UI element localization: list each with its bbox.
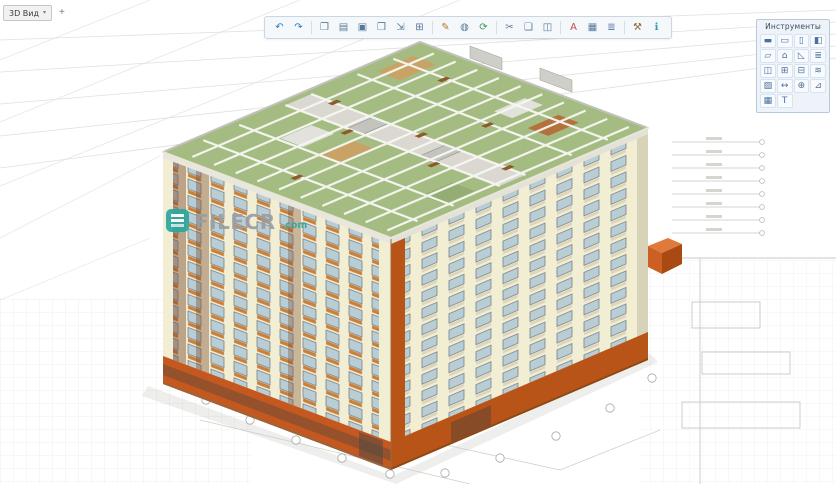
- watermark-logo-icon: [166, 209, 189, 232]
- model-viewport[interactable]: [0, 0, 836, 484]
- tool-stair-icon[interactable]: ≣: [810, 49, 826, 63]
- watermark: FILECR .com: [166, 209, 307, 232]
- tool-door-icon[interactable]: ◫: [760, 64, 776, 78]
- watermark-suffix: .com: [282, 219, 308, 232]
- tool-roof-icon[interactable]: ⌂: [777, 49, 793, 63]
- cut-icon[interactable]: ✂: [501, 19, 518, 36]
- table-icon[interactable]: ▦: [584, 19, 601, 36]
- tool-text-icon[interactable]: Т: [777, 94, 793, 108]
- tab-3d-view-label: 3D Вид: [9, 9, 39, 18]
- tools-panel-title: Инструменты: [760, 22, 826, 31]
- tool-floor-icon[interactable]: ▱: [760, 49, 776, 63]
- layers-icon[interactable]: ≣: [603, 19, 620, 36]
- tools-panel: Инструменты ▬ ▭ ▯ ◧ ▱ ⌂ ◺ ≣ ◫ ⊞ ⊟ ≋ ▨ ↔: [756, 19, 830, 113]
- text-style-icon[interactable]: A: [565, 19, 582, 36]
- tool-hatch-icon[interactable]: ▨: [760, 79, 776, 93]
- tool-plate-icon[interactable]: ◧: [810, 34, 826, 48]
- display-mode-icon[interactable]: ▤: [335, 19, 352, 36]
- sync-icon[interactable]: ⟳: [475, 19, 492, 36]
- chevron-down-icon[interactable]: ▾: [43, 10, 46, 16]
- tool-wall-icon[interactable]: ▬: [760, 34, 776, 48]
- globe-icon[interactable]: ◍: [456, 19, 473, 36]
- tool-window-icon[interactable]: ⊞: [777, 64, 793, 78]
- building-model: [163, 42, 648, 470]
- tool-table-icon[interactable]: ▦: [760, 94, 776, 108]
- tool-column-icon[interactable]: ▯: [794, 34, 810, 48]
- watermark-text: FILECR: [195, 213, 276, 232]
- print-icon[interactable]: ⊞: [411, 19, 428, 36]
- new-tab-button[interactable]: +: [56, 7, 68, 19]
- duplicate-icon[interactable]: ❏: [520, 19, 537, 36]
- open-icon[interactable]: ❒: [373, 19, 390, 36]
- tool-axis-icon[interactable]: ⊕: [794, 79, 810, 93]
- tool-dimension-icon[interactable]: ↔: [777, 79, 793, 93]
- redo-icon[interactable]: ↷: [290, 19, 307, 36]
- paste-icon[interactable]: ◫: [539, 19, 556, 36]
- tool-opening-icon[interactable]: ⊟: [794, 64, 810, 78]
- main-toolbar: ↶ ↷ ❐ ▤ ▣ ❒ ⇲ ⊞ ✎ ◍ ⟳ ✂ ❏ ◫ A ▦ ≣ ⚒ ℹ: [264, 16, 672, 39]
- undo-icon[interactable]: ↶: [271, 19, 288, 36]
- site-plan-right: [640, 258, 836, 484]
- copy-view-icon[interactable]: ❐: [316, 19, 333, 36]
- tool-ramp-icon[interactable]: ◺: [794, 49, 810, 63]
- save-icon[interactable]: ▣: [354, 19, 371, 36]
- export-icon[interactable]: ⇲: [392, 19, 409, 36]
- edit-icon[interactable]: ✎: [437, 19, 454, 36]
- view-tab-bar: 3D Вид ▾ +: [3, 5, 68, 21]
- tool-railing-icon[interactable]: ≋: [810, 64, 826, 78]
- tools-grid: ▬ ▭ ▯ ◧ ▱ ⌂ ◺ ≣ ◫ ⊞ ⊟ ≋ ▨ ↔ ⊕ ⊿: [760, 34, 826, 108]
- tool-section-icon[interactable]: ⊿: [810, 79, 826, 93]
- tools-settings-icon[interactable]: ⚒: [629, 19, 646, 36]
- tool-beam-icon[interactable]: ▭: [777, 34, 793, 48]
- tab-3d-view[interactable]: 3D Вид ▾: [3, 5, 52, 21]
- info-icon[interactable]: ℹ: [648, 19, 665, 36]
